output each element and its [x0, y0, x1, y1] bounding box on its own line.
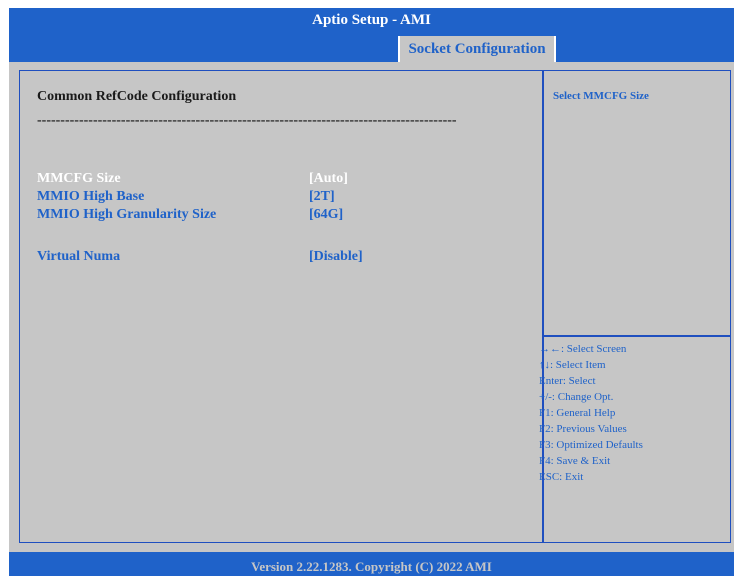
key-hint-select-screen: →←: Select Screen — [539, 343, 627, 355]
tab-bar: Socket Configuration — [9, 36, 734, 62]
key-legend: →←: Select Screen ↑↓: Select Item Enter:… — [539, 341, 643, 485]
key-hint-select-item: ↑↓: Select Item — [539, 359, 606, 371]
section-title: Common RefCode Configuration — [37, 89, 237, 104]
key-hint-optimized-defaults: F3: Optimized Defaults — [539, 439, 643, 451]
key-hint-save-exit: F4: Save & Exit — [539, 455, 611, 467]
key-hint-change-opt: +/-: Change Opt. — [539, 391, 614, 403]
tab-socket-configuration[interactable]: Socket Configuration — [398, 36, 556, 62]
key-hint-enter: Enter: Select — [539, 375, 596, 387]
version-footer: Version 2.22.1283. Copyright (C) 2022 AM… — [9, 552, 734, 576]
key-hint-exit: ESC: Exit — [539, 471, 584, 483]
setting-value[interactable]: [64G] — [309, 207, 343, 223]
setting-label: MMIO High Base — [37, 189, 145, 204]
setting-label: Virtual Numa — [37, 249, 121, 264]
bios-screen: Aptio Setup - AMI Socket Configuration C… — [9, 8, 734, 576]
app-title: Aptio Setup - AMI — [9, 8, 734, 36]
setting-label: MMIO High Granularity Size — [37, 207, 217, 222]
help-text: Select MMCFG Size — [553, 90, 649, 102]
panel-divider-horizontal — [542, 335, 731, 337]
key-hint-general-help: F1: General Help — [539, 407, 616, 419]
setting-value[interactable]: [2T] — [309, 189, 335, 205]
setting-value[interactable]: [Auto] — [309, 171, 348, 187]
separator-line: ----------------------------------------… — [37, 113, 457, 128]
setting-value[interactable]: [Disable] — [309, 249, 363, 265]
key-hint-previous-values: F2: Previous Values — [539, 423, 627, 435]
setting-label: MMCFG Size — [37, 171, 121, 186]
